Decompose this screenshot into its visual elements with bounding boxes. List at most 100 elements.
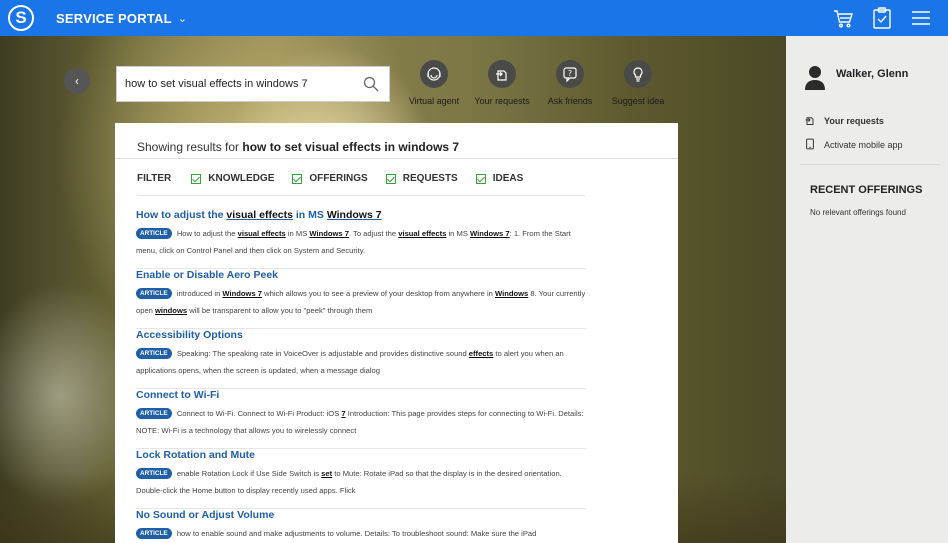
virtual-agent-button[interactable]: Virtual agent: [400, 60, 468, 106]
divider: [137, 195, 585, 196]
snippet-text: how to enable sound and make adjustments…: [174, 529, 537, 538]
filter-knowledge[interactable]: KNOWLEDGE: [191, 173, 274, 184]
title-text: in MS: [292, 209, 327, 221]
action-label: Your requests: [474, 96, 530, 106]
top-navigation-bar: S SERVICE PORTAL ⌄: [0, 0, 948, 36]
result-title-link[interactable]: Lock Rotation and Mute: [136, 449, 586, 463]
chevron-down-icon[interactable]: ⌄: [178, 12, 187, 25]
user-name: Walker, Glenn: [836, 68, 909, 80]
snippet-text: . To adjust the: [348, 229, 399, 238]
search-box: [116, 66, 390, 102]
mobile-phone-icon: [804, 138, 816, 152]
result-title-link[interactable]: Connect to Wi-Fi: [136, 389, 586, 403]
result-title-link[interactable]: Enable or Disable Aero Peek: [136, 269, 586, 283]
snippet-text: Speaking: The speaking rate in VoiceOver…: [174, 349, 469, 358]
user-sidebar: Walker, Glenn Your requests Activate mob…: [786, 36, 948, 543]
requests-icon: [804, 114, 816, 128]
checkbox-checked-icon[interactable]: [385, 173, 396, 184]
result-title-link[interactable]: Accessibility Options: [136, 329, 586, 343]
recent-offerings-empty: No relevant offerings found: [810, 208, 906, 217]
recent-offerings-title: RECENT OFFERINGS: [810, 184, 923, 196]
servicenow-logo[interactable]: S: [8, 5, 34, 31]
highlight: effects: [468, 349, 494, 358]
divider: [800, 164, 940, 165]
snippet-text: introduced in: [174, 289, 223, 298]
highlight: Windows: [495, 289, 529, 298]
snippet-text: Connect to Wi-Fi. Connect to Wi-Fi Produ…: [174, 409, 342, 418]
filter-option-label: REQUESTS: [402, 173, 458, 184]
result-snippet: ARTICLE how to enable sound and make adj…: [136, 525, 586, 542]
result-item: No Sound or Adjust Volume ARTICLE how to…: [136, 509, 586, 543]
search-results-card: Showing results for how to set visual ef…: [115, 123, 678, 543]
result-item: Enable or Disable Aero Peek ARTICLE intr…: [136, 269, 586, 329]
article-badge: ARTICLE: [136, 408, 172, 419]
result-item: Connect to Wi-Fi ARTICLE Connect to Wi-F…: [136, 389, 586, 449]
user-profile[interactable]: Walker, Glenn: [804, 64, 908, 90]
results-list: How to adjust the visual effects in MS W…: [136, 209, 586, 543]
snippet-text: which allows you to see a preview of you…: [262, 289, 495, 298]
result-snippet: ARTICLE introduced in Windows 7 which al…: [136, 285, 586, 319]
lightbulb-icon: [624, 60, 652, 88]
checkbox-checked-icon[interactable]: [191, 173, 202, 184]
article-badge: ARTICLE: [136, 468, 172, 479]
suggest-idea-button[interactable]: Suggest idea: [604, 60, 672, 106]
highlight: Windows 7: [326, 209, 382, 221]
link-label: Your requests: [824, 116, 884, 126]
result-item: How to adjust the visual effects in MS W…: [136, 209, 586, 269]
checkbox-checked-icon[interactable]: [475, 173, 486, 184]
ask-friends-icon: ?: [556, 60, 584, 88]
highlight: Windows 7: [309, 229, 349, 238]
results-heading-query: how to set visual effects in windows 7: [242, 140, 460, 154]
filter-label: FILTER: [137, 173, 172, 184]
title-text: How to adjust the: [136, 209, 227, 221]
result-snippet: ARTICLE enable Rotation Lock if Use Side…: [136, 465, 586, 499]
divider: [115, 158, 678, 159]
highlight: Windows 7: [470, 229, 510, 238]
result-item: Lock Rotation and Mute ARTICLE enable Ro…: [136, 449, 586, 509]
hamburger-menu-icon[interactable]: [910, 7, 932, 29]
clipboard-icon[interactable]: [872, 7, 892, 29]
activate-mobile-app-link[interactable]: Activate mobile app: [804, 138, 903, 152]
action-label: Suggest idea: [611, 96, 665, 106]
snippet-text: in MS: [446, 229, 470, 238]
filter-ideas[interactable]: IDEAS: [475, 173, 524, 184]
article-badge: ARTICLE: [136, 228, 172, 239]
highlight: windows: [155, 306, 188, 315]
snippet-text: will be transparent to allow you to "pee…: [187, 306, 373, 315]
highlight: set: [321, 469, 333, 478]
your-requests-link[interactable]: Your requests: [804, 114, 884, 128]
article-badge: ARTICLE: [136, 348, 172, 359]
filter-offerings[interactable]: OFFERINGS: [292, 173, 368, 184]
virtual-agent-icon: [420, 60, 448, 88]
back-button[interactable]: ‹: [64, 68, 90, 94]
results-heading-prefix: Showing results for: [137, 140, 240, 154]
result-title-link[interactable]: How to adjust the visual effects in MS W…: [136, 209, 586, 223]
action-label: Virtual agent: [408, 96, 460, 106]
portal-title[interactable]: SERVICE PORTAL: [56, 11, 172, 26]
result-item: Accessibility Options ARTICLE Speaking: …: [136, 329, 586, 389]
ask-friends-button[interactable]: ? Ask friends: [536, 60, 604, 106]
article-badge: ARTICLE: [136, 288, 172, 299]
article-badge: ARTICLE: [136, 528, 172, 539]
checkbox-checked-icon[interactable]: [292, 173, 303, 184]
action-label: Ask friends: [547, 96, 593, 106]
results-heading: Showing results for how to set visual ef…: [137, 140, 459, 154]
result-snippet: ARTICLE Connect to Wi-Fi. Connect to Wi-…: [136, 405, 586, 439]
snippet-text: enable Rotation Lock if Use Side Switch …: [174, 469, 322, 478]
cart-icon[interactable]: [832, 7, 854, 29]
filter-requests[interactable]: REQUESTS: [385, 173, 458, 184]
link-label: Activate mobile app: [824, 140, 903, 150]
filter-option-label: IDEAS: [492, 173, 524, 184]
your-requests-button[interactable]: Your requests: [468, 60, 536, 106]
filter-option-label: KNOWLEDGE: [208, 173, 275, 184]
result-title-link[interactable]: No Sound or Adjust Volume: [136, 509, 586, 523]
highlight: visual effects: [226, 209, 293, 221]
highlight: Windows 7: [222, 289, 262, 298]
search-icon[interactable]: [363, 76, 379, 97]
filter-bar: FILTER KNOWLEDGE OFFERINGS REQUESTS IDEA…: [137, 173, 541, 184]
snippet-text: in MS: [285, 229, 310, 238]
result-snippet: ARTICLE Speaking: The speaking rate in V…: [136, 345, 586, 379]
highlight: visual effects: [398, 229, 447, 238]
search-input[interactable]: [117, 78, 347, 90]
requests-icon: [488, 60, 516, 88]
